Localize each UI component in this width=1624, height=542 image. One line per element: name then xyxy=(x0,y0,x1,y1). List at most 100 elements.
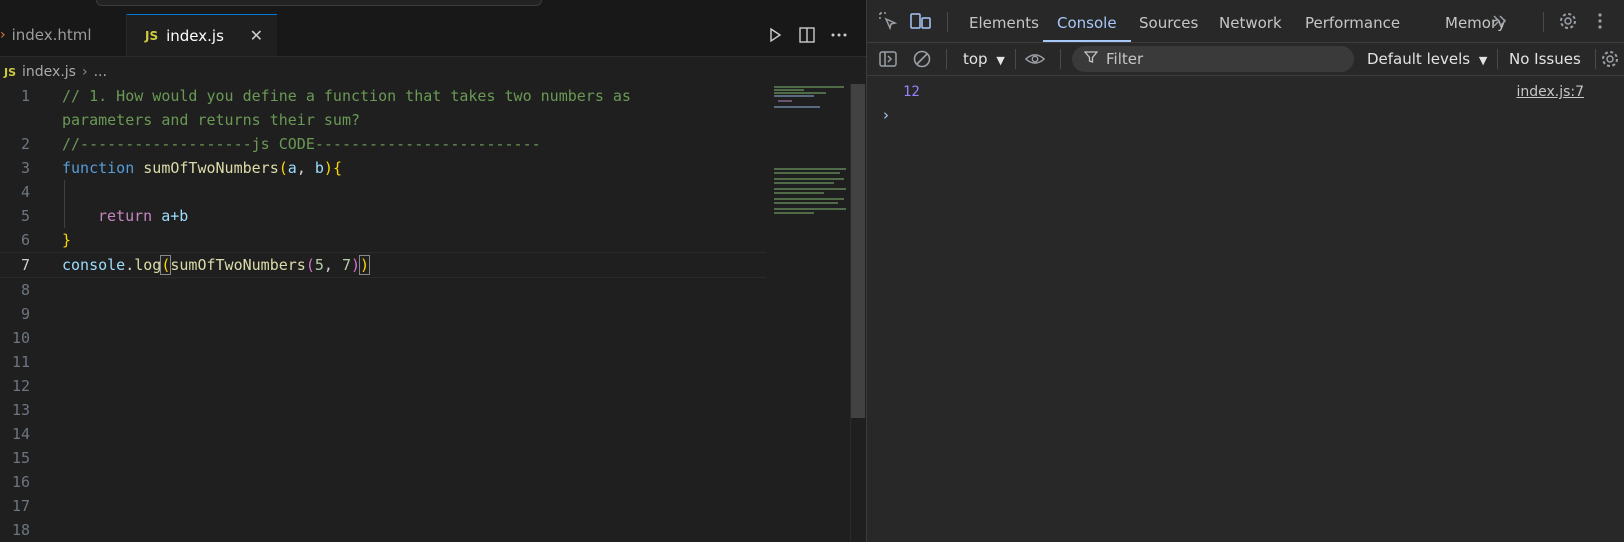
console-source-link[interactable]: index.js:7 xyxy=(1516,84,1584,100)
minimap[interactable] xyxy=(774,84,848,224)
comment: parameters and returns their sum? xyxy=(62,111,361,129)
tab-performance[interactable]: Performance xyxy=(1305,0,1400,42)
line-number: 2 xyxy=(20,135,30,153)
code-line-wrapped: parameters and returns their sum? xyxy=(0,108,766,132)
tab-network[interactable]: Network xyxy=(1219,0,1282,42)
chevron-right-icon: › xyxy=(81,64,88,80)
tab-label: index.js xyxy=(166,26,224,45)
code-line: 4 xyxy=(0,180,766,204)
log-levels-dropdown[interactable]: Default levels ▼ xyxy=(1367,43,1487,75)
eye-icon[interactable] xyxy=(1024,48,1046,70)
code-line: 16 xyxy=(0,470,766,494)
code-line: 9 xyxy=(0,302,766,326)
command-center[interactable] xyxy=(96,0,542,6)
breadcrumb-symbol[interactable]: ... xyxy=(94,64,107,80)
code-line: 5 return a+b xyxy=(0,204,766,228)
line-number: 7 xyxy=(20,256,30,274)
filter-input[interactable]: Filter xyxy=(1072,46,1354,72)
code-line: 8 xyxy=(0,278,766,302)
comment: //-------------------js CODE------------… xyxy=(62,135,541,153)
close-icon[interactable]: ✕ xyxy=(250,26,263,45)
html-file-icon: › xyxy=(0,27,6,43)
code-text: console.log(sumOfTwoNumbers(5, 7)) xyxy=(62,255,371,275)
context-selector[interactable]: top ▼ xyxy=(963,43,1005,75)
code-line: 10 xyxy=(0,326,766,350)
gear-icon[interactable] xyxy=(1557,10,1579,32)
console-message: 12 index.js:7 xyxy=(867,80,1624,104)
code-line: 2 //-------------------js CODE----------… xyxy=(0,132,766,156)
issues-counter[interactable]: No Issues xyxy=(1509,43,1581,75)
split-editor-icon[interactable] xyxy=(796,24,818,46)
devtools-tab-bar: Elements Console Sources Network Perform… xyxy=(867,0,1624,43)
divider xyxy=(1015,49,1016,69)
console-output-value: 12 xyxy=(903,84,920,100)
code-line: 11 xyxy=(0,350,766,374)
console-prompt[interactable]: › xyxy=(883,106,889,124)
divider xyxy=(1060,49,1061,69)
indent-guide xyxy=(64,180,65,228)
line-number: 4 xyxy=(20,183,30,201)
tab-index-html[interactable]: › index.html xyxy=(0,14,127,56)
line-number: 11 xyxy=(11,353,30,371)
comment: // 1. How would you define a function th… xyxy=(62,87,631,105)
code-line: 12 xyxy=(0,374,766,398)
devtools-panel: Elements Console Sources Network Perform… xyxy=(867,0,1624,542)
divider xyxy=(1543,12,1544,32)
scrollbar-thumb[interactable] xyxy=(851,84,865,418)
line-number: 5 xyxy=(20,207,30,225)
code-line: 18 xyxy=(0,518,766,542)
divider xyxy=(1497,49,1498,69)
sidebar-toggle-icon[interactable] xyxy=(877,48,899,70)
tab-index-js[interactable]: JS index.js ✕ xyxy=(127,14,277,56)
more-actions-icon[interactable] xyxy=(828,24,850,46)
code-line: 14 xyxy=(0,422,766,446)
line-number: 18 xyxy=(11,521,30,539)
divider xyxy=(947,12,948,32)
line-number: 15 xyxy=(11,449,30,467)
console-settings-gear-icon[interactable] xyxy=(1599,48,1621,70)
code-line: 6 } xyxy=(0,228,766,252)
code-area[interactable]: 1 // 1. How would you define a function … xyxy=(0,84,766,542)
code-line: 3 function sumOfTwoNumbers(a, b){ xyxy=(0,156,766,180)
line-number: 12 xyxy=(11,377,30,395)
more-vertical-icon[interactable] xyxy=(1589,10,1611,32)
code-text: return a+b xyxy=(98,207,189,225)
line-number: 8 xyxy=(20,281,30,299)
code-line: 15 xyxy=(0,446,766,470)
code-text: } xyxy=(62,231,72,249)
inspect-element-icon[interactable] xyxy=(877,10,899,32)
tab-sources[interactable]: Sources xyxy=(1139,0,1198,42)
line-number: 9 xyxy=(20,305,30,323)
device-toolbar-icon[interactable] xyxy=(910,10,932,32)
line-number: 13 xyxy=(11,401,30,419)
js-file-icon: JS xyxy=(4,65,17,79)
title-bar xyxy=(0,0,866,14)
line-number: 17 xyxy=(11,497,30,515)
vertical-scrollbar[interactable] xyxy=(850,84,865,542)
divider xyxy=(1595,49,1596,69)
line-number: 1 xyxy=(20,87,30,105)
code-editor: › index.html JS index.js ✕ JS index.js ›… xyxy=(0,0,867,542)
code-line: 1 // 1. How would you define a function … xyxy=(0,84,766,108)
divider xyxy=(946,49,947,69)
run-icon[interactable] xyxy=(764,24,786,46)
chevron-double-right-icon[interactable] xyxy=(1489,10,1511,32)
clear-console-icon[interactable] xyxy=(911,48,933,70)
tab-console[interactable]: Console xyxy=(1043,0,1131,42)
breadcrumb-file[interactable]: index.js xyxy=(22,64,76,80)
line-number: 10 xyxy=(11,329,30,347)
tab-label: index.html xyxy=(11,26,92,44)
breadcrumb: JS index.js › ... xyxy=(0,57,866,87)
caret-down-icon: ▼ xyxy=(996,54,1005,67)
console-toolbar: top ▼ Filter Default levels ▼ No Issues xyxy=(867,43,1624,76)
funnel-icon xyxy=(1083,50,1099,68)
caret-down-icon: ▼ xyxy=(1478,54,1488,67)
line-number: 6 xyxy=(20,231,30,249)
code-line-current: 7 console.log(sumOfTwoNumbers(5, 7)) xyxy=(0,252,766,278)
tab-elements[interactable]: Elements xyxy=(969,0,1039,42)
line-number: 14 xyxy=(11,425,30,443)
line-number: 3 xyxy=(20,159,30,177)
editor-tab-bar: › index.html JS index.js ✕ xyxy=(0,14,866,57)
filter-placeholder: Filter xyxy=(1106,50,1144,68)
line-number: 16 xyxy=(11,473,30,491)
